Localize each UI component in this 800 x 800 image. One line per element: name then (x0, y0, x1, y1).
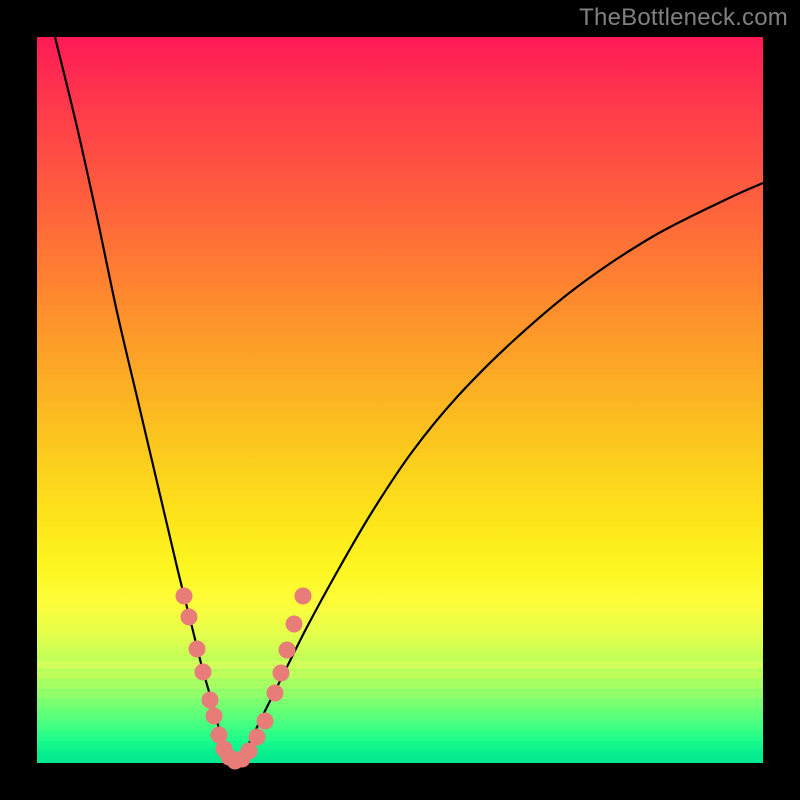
curve-svg (37, 37, 763, 763)
highlight-dot (176, 588, 193, 605)
curve-left-branch (55, 37, 237, 761)
highlight-dot (189, 641, 206, 658)
highlight-dot (202, 692, 219, 709)
highlight-dot (267, 685, 284, 702)
chart-container: TheBottleneck.com (0, 0, 800, 800)
highlight-dot (295, 588, 312, 605)
highlight-dot (279, 642, 296, 659)
highlight-dot (195, 664, 212, 681)
highlight-dot (257, 713, 274, 730)
highlight-dot (286, 616, 303, 633)
curve-right-branch (237, 183, 763, 761)
highlight-dot (181, 609, 198, 626)
highlight-dots (176, 588, 312, 770)
highlight-dot (249, 729, 266, 746)
highlight-dot (206, 708, 223, 725)
highlight-dot (273, 665, 290, 682)
watermark-text: TheBottleneck.com (579, 4, 788, 32)
plot-area (37, 37, 763, 763)
